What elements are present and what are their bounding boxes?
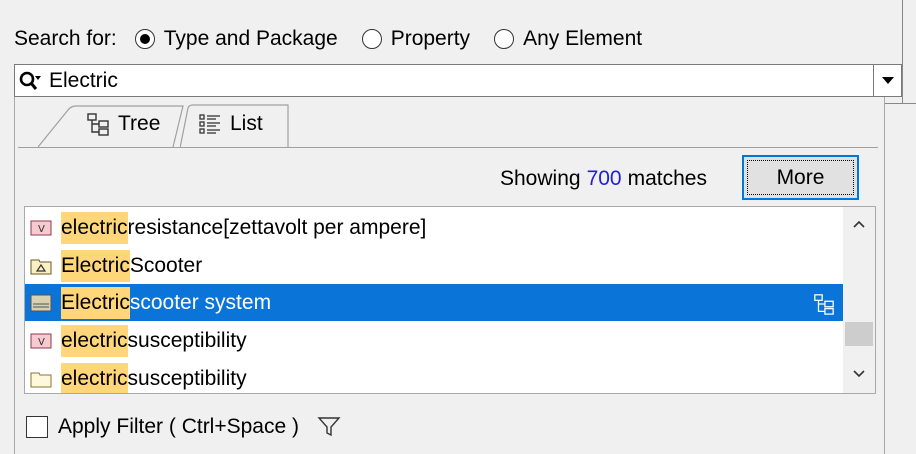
radio-any-element-label: Any Element	[523, 27, 643, 50]
match-count: 700	[586, 167, 622, 190]
radio-any-element[interactable]: Any Element	[494, 27, 642, 51]
item-label: susceptibility	[127, 328, 247, 352]
svg-text:V: V	[38, 337, 45, 348]
folder-icon	[30, 369, 52, 389]
block-icon	[30, 293, 52, 313]
tab-list[interactable]: List	[180, 104, 292, 148]
match-highlight: Electric	[61, 286, 130, 319]
match-highlight: electric	[61, 362, 128, 393]
match-highlight: Electric	[61, 249, 130, 282]
tab-divider	[18, 147, 878, 148]
tab-list-label: List	[230, 112, 263, 135]
package-icon	[30, 256, 52, 276]
tab-tree[interactable]: Tree	[38, 104, 188, 148]
list-item[interactable]: Electric Scooter	[25, 247, 843, 284]
radio-type-and-package-label: Type and Package	[163, 27, 338, 50]
tree-icon	[86, 112, 110, 136]
showing-prefix: Showing	[500, 167, 581, 190]
scroll-up-button[interactable]	[843, 207, 875, 241]
show-in-tree-icon[interactable]	[813, 293, 835, 321]
match-highlight: electric	[61, 211, 128, 244]
chevron-down-icon	[853, 370, 865, 378]
list-item-selected[interactable]: Electric scooter system	[25, 284, 843, 321]
more-button[interactable]: More	[742, 155, 859, 200]
match-highlight: electric	[61, 324, 128, 357]
list-item[interactable]: V electric susceptibility	[25, 322, 843, 359]
item-label: scooter system	[129, 290, 272, 314]
chevron-up-icon	[853, 220, 865, 228]
radio-type-and-package[interactable]: Type and Package	[134, 27, 338, 51]
match-summary: Showing 700 matches	[500, 166, 707, 192]
radio-unselected-icon[interactable]	[361, 29, 382, 49]
radio-property-label: Property	[390, 27, 471, 50]
filter-row: Apply Filter ( Ctrl+Space )	[26, 412, 341, 442]
results-list[interactable]: V electric resistance[zettavolt per ampe…	[24, 206, 876, 394]
svg-text:V: V	[38, 224, 45, 235]
search-for-label: Search for:	[14, 27, 117, 50]
scrollbar-thumb[interactable]	[845, 322, 873, 346]
item-label: resistance[zettavolt per ampere]	[127, 215, 427, 239]
list-item[interactable]: V electric resistance[zettavolt per ampe…	[25, 209, 843, 246]
radio-unselected-icon[interactable]	[494, 29, 515, 49]
showing-suffix: matches	[627, 167, 707, 190]
dropdown-button[interactable]	[874, 64, 902, 97]
value-type-icon: V	[30, 331, 52, 351]
tab-tree-label: Tree	[118, 112, 161, 135]
chevron-down-icon	[881, 77, 894, 84]
list-icon	[198, 112, 222, 136]
value-type-icon: V	[30, 218, 52, 238]
window-edge-bottom	[885, 103, 916, 104]
window-edge	[902, 0, 916, 104]
radio-selected-icon[interactable]	[134, 29, 155, 49]
radio-property[interactable]: Property	[361, 27, 471, 51]
search-input[interactable]	[49, 67, 849, 94]
search-combo[interactable]	[14, 64, 874, 97]
list-item[interactable]: electric susceptibility	[25, 360, 843, 393]
search-type-row: Search for: Type and Package Property An…	[14, 22, 666, 56]
apply-filter-label[interactable]: Apply Filter ( Ctrl+Space )	[58, 415, 299, 439]
search-icon	[18, 70, 44, 92]
item-label: susceptibility	[127, 366, 247, 390]
filter-icon[interactable]	[317, 415, 341, 439]
scroll-down-button[interactable]	[843, 357, 875, 391]
apply-filter-checkbox[interactable]	[26, 416, 48, 438]
item-label: Scooter	[129, 253, 203, 277]
